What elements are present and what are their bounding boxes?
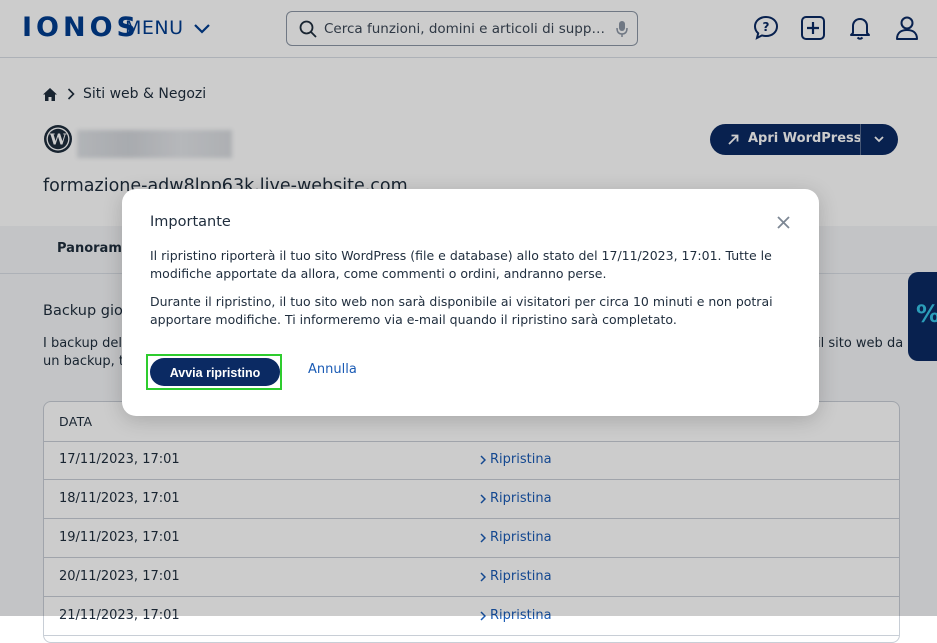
start-restore-button[interactable]: Avvia ripristino — [150, 358, 280, 386]
dialog-warning-text: Il ripristino riporterà il tuo sito Word… — [150, 248, 772, 281]
dialog-info-text: Durante il ripristino, il tuo sito web n… — [150, 294, 773, 327]
restore-confirmation-dialog: Importante Il ripristino riporterà il tu… — [122, 189, 819, 416]
confirm-button-highlight: Avvia ripristino — [146, 354, 282, 390]
dialog-title: Importante — [150, 214, 231, 230]
close-icon[interactable] — [777, 216, 790, 229]
cancel-button[interactable]: Annulla — [308, 362, 357, 377]
